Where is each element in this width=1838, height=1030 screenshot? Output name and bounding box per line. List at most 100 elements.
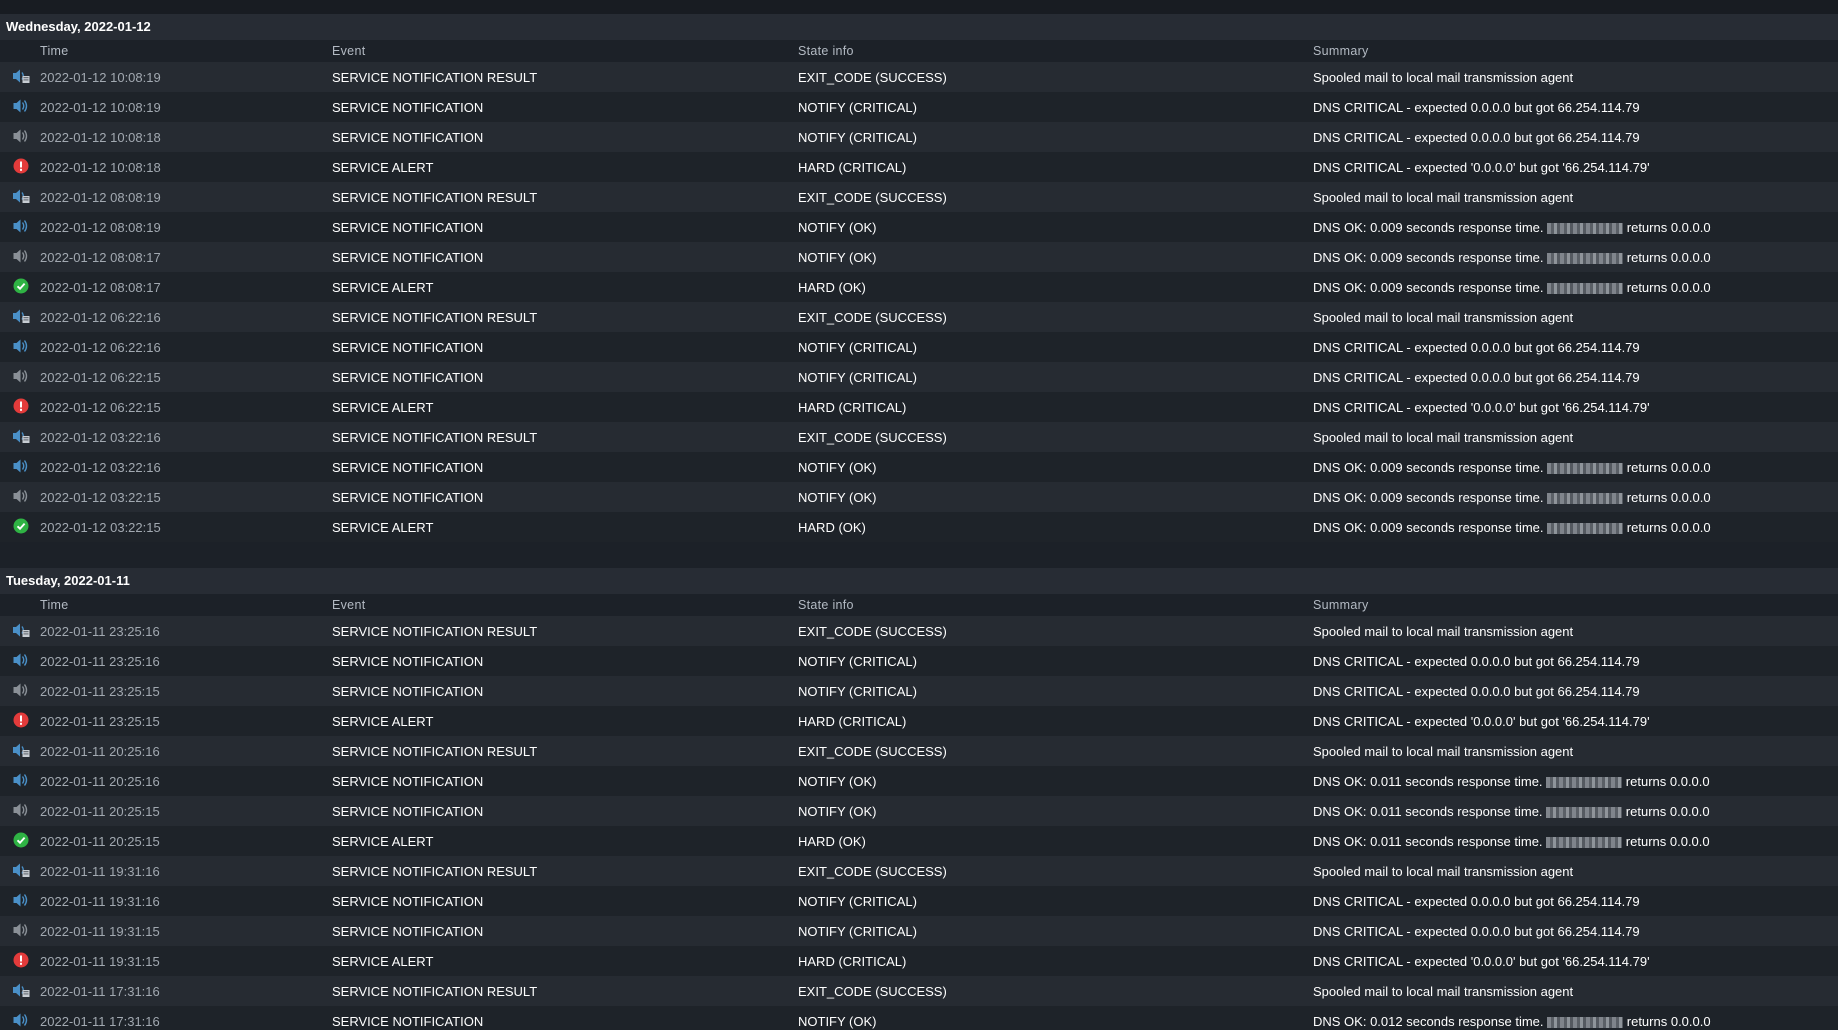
table-row[interactable]: 2022-01-11 20:25:15 SERVICE NOTIFICATION N… — [0, 796, 1838, 826]
state-info: HARD (CRITICAL) — [798, 152, 1313, 182]
event-type: SERVICE NOTIFICATION RESULT — [332, 182, 798, 212]
event-type: SERVICE NOTIFICATION — [332, 916, 798, 946]
notification-sent-icon — [12, 1012, 30, 1030]
event-time: 2022-01-11 19:31:16 — [40, 856, 332, 886]
state-info: NOTIFY (CRITICAL) — [798, 676, 1313, 706]
state-info: EXIT_CODE (SUCCESS) — [798, 302, 1313, 332]
redacted-hostname — [1547, 252, 1624, 264]
event-type-cell — [0, 332, 40, 362]
ok-icon — [13, 832, 29, 851]
state-info: NOTIFY (OK) — [798, 766, 1313, 796]
event-time: 2022-01-12 03:22:15 — [40, 512, 332, 542]
event-time: 2022-01-11 17:31:16 — [40, 1006, 332, 1030]
event-summary: DNS OK: 0.011 seconds response time. ret… — [1313, 796, 1838, 826]
column-header-state[interactable]: State info — [798, 594, 1313, 616]
table-row[interactable]: 2022-01-11 20:25:16 SERVICE NOTIFICATION … — [0, 736, 1838, 766]
notification-result-icon — [12, 428, 30, 447]
notification-result-icon — [12, 188, 30, 207]
table-row[interactable]: 2022-01-11 23:25:16 SERVICE NOTIFICATION … — [0, 616, 1838, 646]
table-row[interactable]: 2022-01-12 03:22:16 SERVICE NOTIFICATION … — [0, 422, 1838, 452]
notification-icon — [12, 802, 30, 821]
event-time: 2022-01-12 10:08:19 — [40, 62, 332, 92]
table-row[interactable]: 2022-01-12 10:08:19 SERVICE NOTIFICATION N… — [0, 92, 1838, 122]
summary-result: returns 0.0.0.0 — [1626, 1013, 1711, 1029]
day-separator — [0, 542, 1838, 568]
table-row[interactable]: 2022-01-11 19:31:16 SERVICE NOTIFICATION N… — [0, 886, 1838, 916]
column-header-summary[interactable]: Summary — [1313, 40, 1838, 62]
event-time: 2022-01-12 08:08:19 — [40, 182, 332, 212]
event-type-cell — [0, 272, 40, 302]
event-summary: DNS OK: 0.011 seconds response time. ret… — [1313, 826, 1838, 856]
event-type-cell — [0, 856, 40, 886]
summary-result: returns 0.0.0.0 — [1626, 459, 1711, 475]
event-type: SERVICE NOTIFICATION RESULT — [332, 62, 798, 92]
table-row[interactable]: 2022-01-12 08:08:17 SERVICE NOTIFICATION N… — [0, 242, 1838, 272]
table-row[interactable]: 2022-01-12 06:22:16 SERVICE NOTIFICATION … — [0, 302, 1838, 332]
event-summary: DNS OK: 0.012 seconds response time. ret… — [1313, 1006, 1838, 1030]
table-row[interactable]: 2022-01-11 19:31:15 SERVICE NOTIFICATION N… — [0, 916, 1838, 946]
event-summary: Spooled mail to local mail transmission … — [1313, 182, 1838, 212]
event-time: 2022-01-11 20:25:16 — [40, 766, 332, 796]
top-strip — [0, 0, 1838, 14]
column-header-state[interactable]: State info — [798, 40, 1313, 62]
table-row[interactable]: 2022-01-11 17:31:16 SERVICE NOTIFICATION N… — [0, 1006, 1838, 1030]
event-time: 2022-01-11 19:31:15 — [40, 946, 332, 976]
table-row[interactable]: 2022-01-12 08:08:19 SERVICE NOTIFICATION … — [0, 182, 1838, 212]
state-info: NOTIFY (OK) — [798, 212, 1313, 242]
table-row[interactable]: 2022-01-11 23:25:15 SERVICE ALERT HARD (CR… — [0, 706, 1838, 736]
redacted-hostname — [1546, 806, 1623, 818]
table-row[interactable]: 2022-01-11 17:31:16 SERVICE NOTIFICATION … — [0, 976, 1838, 1006]
state-info: NOTIFY (CRITICAL) — [798, 332, 1313, 362]
column-header-time[interactable]: Time — [40, 594, 332, 616]
notification-result-icon — [12, 308, 30, 327]
table-row[interactable]: 2022-01-12 03:22:15 SERVICE ALERT HARD (OK… — [0, 512, 1838, 542]
event-type-cell — [0, 826, 40, 856]
notification-icon — [12, 368, 30, 387]
summary-text: DNS OK: 0.009 seconds response time. — [1313, 519, 1544, 535]
event-time: 2022-01-11 23:25:16 — [40, 616, 332, 646]
state-info: NOTIFY (OK) — [798, 242, 1313, 272]
event-type: SERVICE NOTIFICATION — [332, 242, 798, 272]
table-row[interactable]: 2022-01-11 19:31:15 SERVICE ALERT HARD (CR… — [0, 946, 1838, 976]
event-time: 2022-01-12 08:08:17 — [40, 272, 332, 302]
summary-text: DNS OK: 0.012 seconds response time. — [1313, 1013, 1544, 1029]
table-row[interactable]: 2022-01-11 20:25:15 SERVICE ALERT HARD (OK… — [0, 826, 1838, 856]
notification-result-icon — [12, 982, 30, 1001]
table-row[interactable]: 2022-01-12 10:08:18 SERVICE ALERT HARD (CR… — [0, 152, 1838, 182]
day-header: Tuesday, 2022-01-11 — [0, 568, 1838, 594]
table-row[interactable]: 2022-01-11 19:31:16 SERVICE NOTIFICATION … — [0, 856, 1838, 886]
table-row[interactable]: 2022-01-12 06:22:15 SERVICE ALERT HARD (CR… — [0, 392, 1838, 422]
event-type-cell — [0, 946, 40, 976]
column-header-event[interactable]: Event — [332, 40, 798, 62]
table-row[interactable]: 2022-01-12 03:22:15 SERVICE NOTIFICATION N… — [0, 482, 1838, 512]
event-time: 2022-01-12 03:22:15 — [40, 482, 332, 512]
notification-sent-icon — [12, 772, 30, 791]
table-row[interactable]: 2022-01-12 10:08:19 SERVICE NOTIFICATION … — [0, 62, 1838, 92]
critical-icon — [13, 712, 29, 731]
notification-result-icon — [12, 862, 30, 881]
event-table: Time Event State info Summary 2022-01-12 10:… — [0, 40, 1838, 542]
event-type-cell — [0, 796, 40, 826]
redacted-hostname — [1546, 776, 1623, 788]
event-time: 2022-01-12 03:22:16 — [40, 452, 332, 482]
table-row[interactable]: 2022-01-12 08:08:19 SERVICE NOTIFICATION N… — [0, 212, 1838, 242]
redacted-hostname — [1547, 462, 1624, 474]
column-header-time[interactable]: Time — [40, 40, 332, 62]
event-time: 2022-01-11 23:25:15 — [40, 706, 332, 736]
table-row[interactable]: 2022-01-12 08:08:17 SERVICE ALERT HARD (OK… — [0, 272, 1838, 302]
table-row[interactable]: 2022-01-12 06:22:15 SERVICE NOTIFICATION N… — [0, 362, 1838, 392]
state-info: NOTIFY (CRITICAL) — [798, 916, 1313, 946]
table-row[interactable]: 2022-01-11 23:25:15 SERVICE NOTIFICATION N… — [0, 676, 1838, 706]
notification-sent-icon — [12, 652, 30, 671]
column-header-summary[interactable]: Summary — [1313, 594, 1838, 616]
column-header-event[interactable]: Event — [332, 594, 798, 616]
event-summary: DNS OK: 0.011 seconds response time. ret… — [1313, 766, 1838, 796]
event-type-cell — [0, 766, 40, 796]
event-type: SERVICE NOTIFICATION — [332, 646, 798, 676]
table-row[interactable]: 2022-01-11 23:25:16 SERVICE NOTIFICATION N… — [0, 646, 1838, 676]
table-row[interactable]: 2022-01-12 10:08:18 SERVICE NOTIFICATION N… — [0, 122, 1838, 152]
table-row[interactable]: 2022-01-11 20:25:16 SERVICE NOTIFICATION N… — [0, 766, 1838, 796]
table-row[interactable]: 2022-01-12 03:22:16 SERVICE NOTIFICATION N… — [0, 452, 1838, 482]
table-row[interactable]: 2022-01-12 06:22:16 SERVICE NOTIFICATION N… — [0, 332, 1838, 362]
notification-icon — [12, 248, 30, 267]
